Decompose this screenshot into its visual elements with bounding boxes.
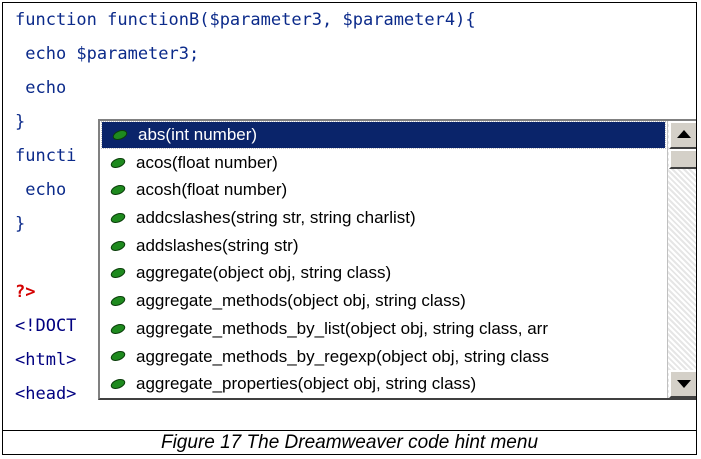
- code-line: functi: [15, 146, 77, 166]
- code-hint-item[interactable]: aggregate_methods_by_regexp(object obj, …: [100, 343, 667, 371]
- code-hint-item[interactable]: acos(float number): [100, 149, 667, 177]
- code-hint-item[interactable]: aggregate(object obj, string class): [100, 259, 667, 287]
- code-line: }: [15, 112, 26, 132]
- code-hint-item[interactable]: aggregate_methods(object obj, string cla…: [100, 287, 667, 315]
- code-hint-item[interactable]: aggregate_methods_by_list(object obj, st…: [100, 315, 667, 343]
- scroll-thumb[interactable]: [669, 149, 696, 169]
- code-line: function functionB($parameter3, $paramet…: [15, 10, 476, 30]
- code-hint-item[interactable]: addslashes(string str): [100, 232, 667, 260]
- code-line: <!DOCT: [15, 316, 77, 336]
- php-function-leaf-icon: [110, 351, 126, 362]
- code-hint-label: aggregate_properties(object obj, string …: [136, 374, 477, 394]
- figure-caption: Figure 17 The Dreamweaver code hint menu: [3, 430, 696, 455]
- php-function-leaf-icon: [110, 323, 126, 334]
- code-hint-label: aggregate_methods(object obj, string cla…: [136, 291, 466, 311]
- code-hint-label: acos(float number): [136, 152, 278, 172]
- php-function-leaf-icon: [110, 268, 126, 279]
- php-close-tag: ?>: [15, 282, 36, 302]
- code-hint-label: aggregate(object obj, string class): [136, 263, 392, 283]
- code-hint-item[interactable]: abs(int number): [101, 121, 666, 149]
- code-line: echo: [15, 180, 67, 200]
- php-function-leaf-icon: [110, 212, 126, 223]
- code-hint-label: aggregate_methods_by_list(object obj, st…: [136, 318, 548, 338]
- code-line: echo $parameter3;: [15, 44, 200, 64]
- code-hint-item[interactable]: aggregate_properties(object obj, string …: [100, 370, 667, 398]
- php-function-leaf-icon: [110, 185, 126, 196]
- code-hint-label: abs(int number): [138, 125, 258, 144]
- php-function-leaf-icon: [112, 129, 128, 140]
- scroll-down-button[interactable]: [669, 370, 696, 398]
- code-hint-scrollbar[interactable]: [667, 121, 696, 398]
- php-function-leaf-icon: [110, 157, 126, 168]
- code-hint-item[interactable]: acosh(float number): [100, 176, 667, 204]
- code-hint-label: acosh(float number): [136, 180, 288, 200]
- code-line: <head>: [15, 384, 77, 404]
- code-line: echo: [15, 78, 67, 98]
- scroll-up-button[interactable]: [669, 121, 696, 149]
- code-editor[interactable]: function functionB($parameter3, $paramet…: [3, 3, 696, 430]
- code-hint-item[interactable]: addcslashes(string str, string charlist): [100, 204, 667, 232]
- figure-frame: function functionB($parameter3, $paramet…: [2, 2, 697, 455]
- code-hint-label: addslashes(string str): [136, 235, 299, 255]
- php-function-leaf-icon: [110, 240, 126, 251]
- arrow-up-icon: [677, 130, 691, 138]
- code-hint-list[interactable]: abs(int number) acos(float number) acosh…: [100, 121, 667, 398]
- code-hint-label: aggregate_methods_by_regexp(object obj, …: [136, 346, 549, 366]
- code-line: }: [15, 214, 26, 234]
- php-function-leaf-icon: [110, 379, 126, 389]
- code-line: <html>: [15, 350, 77, 370]
- arrow-down-icon: [677, 380, 691, 388]
- code-hint-menu[interactable]: abs(int number) acos(float number) acosh…: [98, 119, 696, 400]
- php-function-leaf-icon: [110, 296, 126, 306]
- code-hint-label: addcslashes(string str, string charlist): [136, 208, 416, 228]
